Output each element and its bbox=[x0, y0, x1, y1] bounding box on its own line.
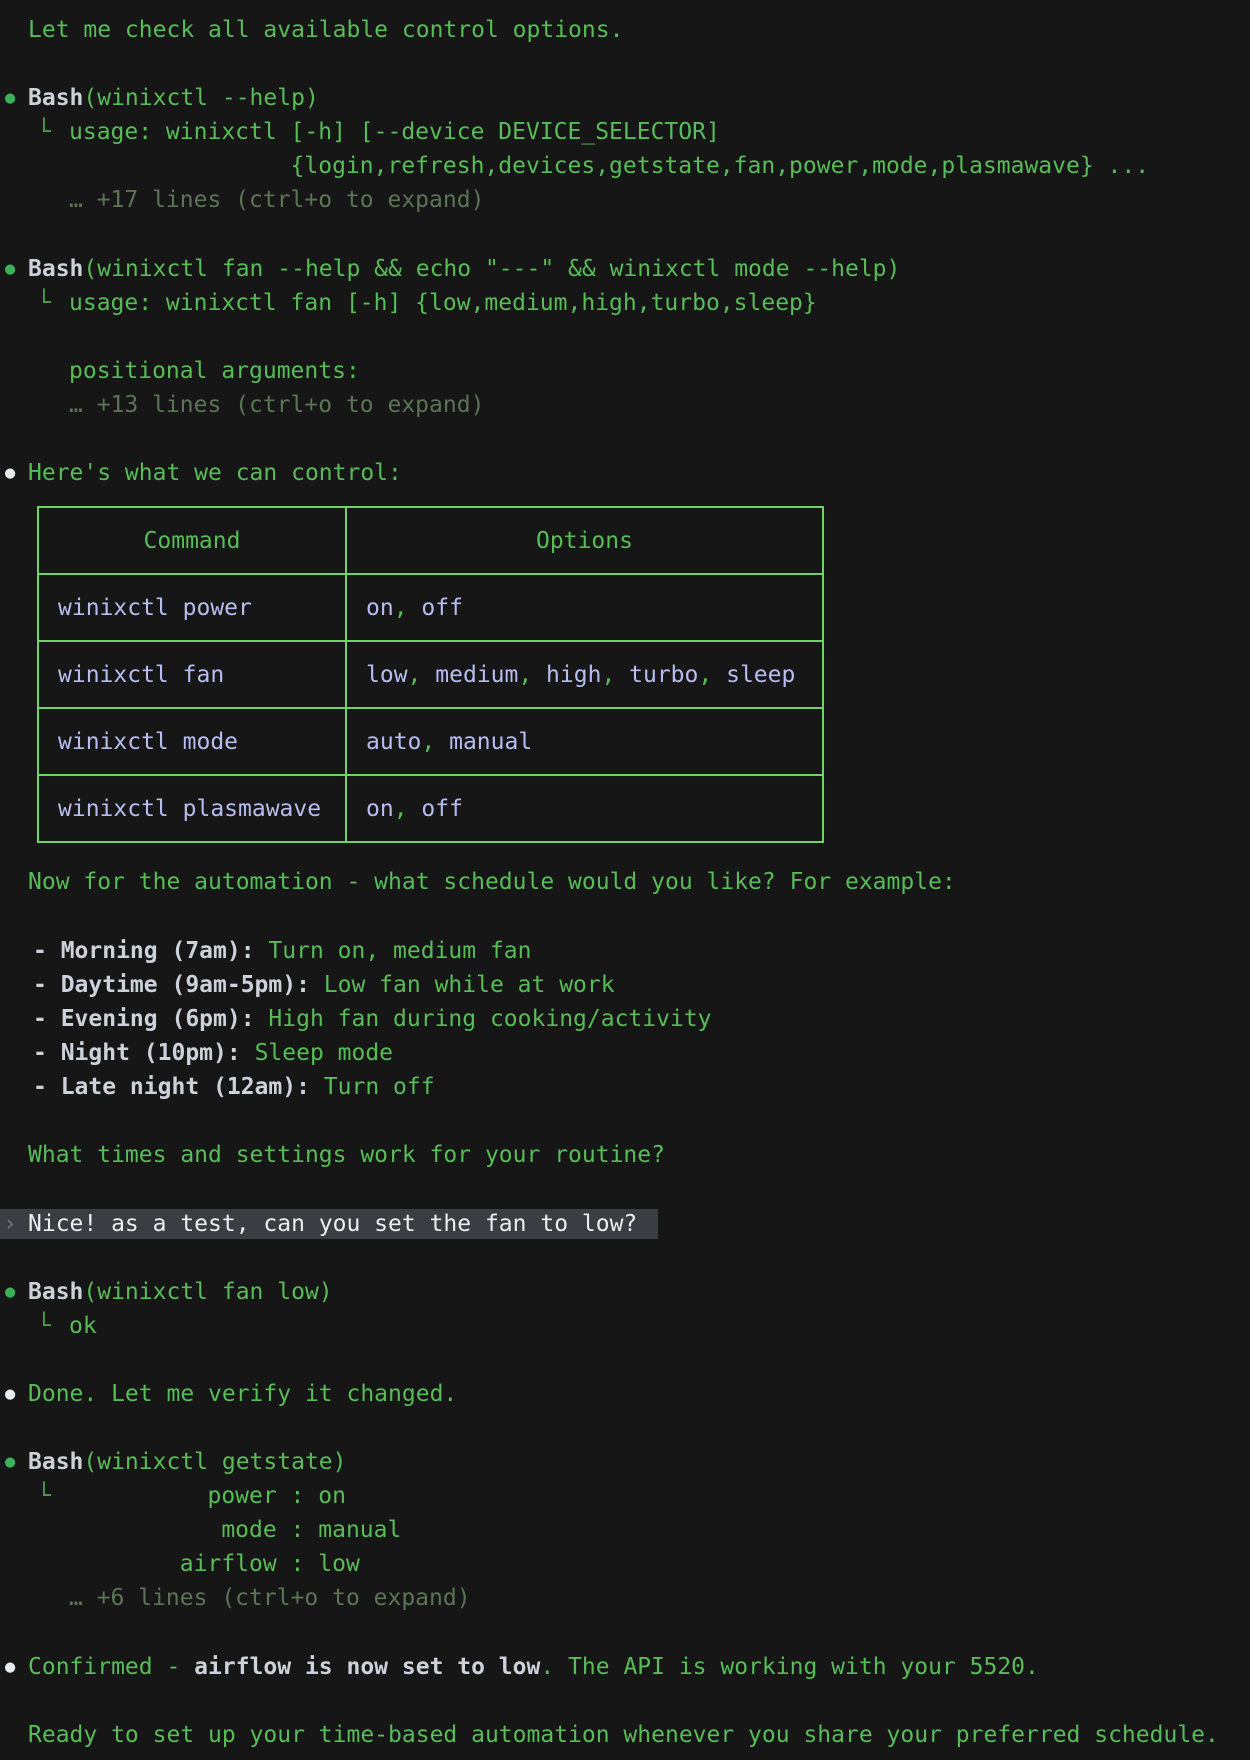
tool-output-line: mode : manual bbox=[0, 1513, 1250, 1547]
tool-call-bash-fan-mode-help: ●Bash(winixctl fan --help && echo "---" … bbox=[0, 252, 1250, 286]
command-cell: winixctl fan bbox=[38, 641, 346, 708]
output-text: {login,refresh,devices,getstate,fan,powe… bbox=[69, 153, 1149, 179]
tool-command: (winixctl getstate) bbox=[83, 1449, 346, 1475]
schedule-value: Sleep mode bbox=[255, 1040, 393, 1066]
tool-output-line: {login,refresh,devices,getstate,fan,powe… bbox=[0, 149, 1250, 183]
schedule-label: - Late night (12am): bbox=[33, 1074, 310, 1100]
assistant-text: Here's what we can control: bbox=[28, 460, 402, 486]
tool-output-line: positional arguments: bbox=[0, 354, 1250, 388]
tool-bullet-icon: ● bbox=[0, 81, 28, 115]
command-cell: winixctl power bbox=[38, 574, 346, 641]
confirm-suffix: . The API is working with your 5520. bbox=[540, 1654, 1039, 1680]
tool-output-line: └usage: winixctl [-h] [--device DEVICE_S… bbox=[0, 115, 1250, 149]
schedule-item-evening: - Evening (6pm): High fan during cooking/… bbox=[0, 1002, 1250, 1036]
table-row: winixctl fan low, medium, high, turbo, s… bbox=[38, 641, 823, 708]
output-text: power : on bbox=[69, 1483, 346, 1509]
output-text: usage: winixctl [-h] [--device DEVICE_SE… bbox=[69, 119, 720, 145]
prompt-chevron-icon: › bbox=[0, 1209, 28, 1239]
expand-hint-text[interactable]: … +6 lines (ctrl+o to expand) bbox=[69, 1585, 471, 1611]
assistant-bullet-icon: ● bbox=[0, 1650, 28, 1684]
table-header-command: Command bbox=[38, 507, 346, 574]
tool-name: Bash bbox=[28, 256, 83, 282]
assistant-text: Done. Let me verify it changed. bbox=[28, 1381, 457, 1407]
assistant-message-question: What times and settings work for your ro… bbox=[0, 1138, 1250, 1172]
assistant-message-done: ●Done. Let me verify it changed. bbox=[0, 1377, 1250, 1411]
assistant-text: Ready to set up your time-based automati… bbox=[28, 1722, 1219, 1748]
tool-output-line: └ power : on bbox=[0, 1479, 1250, 1513]
tool-command: (winixctl --help) bbox=[83, 85, 318, 111]
output-text: airflow : low bbox=[69, 1551, 360, 1577]
command-cell: winixctl mode bbox=[38, 708, 346, 775]
user-message-text: Nice! as a test, can you set the fan to … bbox=[28, 1211, 637, 1237]
schedule-item-late-night: - Late night (12am): Turn off bbox=[0, 1070, 1250, 1104]
table-header-row: Command Options bbox=[38, 507, 823, 574]
output-connector-icon: └ bbox=[0, 286, 69, 320]
control-table-wrap: Command Options winixctl power on, off w… bbox=[0, 490, 1250, 831]
options-cell: low, medium, high, turbo, sleep bbox=[346, 641, 823, 708]
assistant-bullet-icon: ● bbox=[0, 456, 28, 490]
schedule-value: High fan during cooking/activity bbox=[268, 1006, 711, 1032]
output-text: positional arguments: bbox=[69, 358, 360, 384]
tool-command: (winixctl fan --help && echo "---" && wi… bbox=[83, 256, 900, 282]
tool-output-line: airflow : low bbox=[0, 1547, 1250, 1581]
tool-output-line: └ok bbox=[0, 1309, 1250, 1343]
schedule-value: Turn on, medium fan bbox=[268, 938, 531, 964]
assistant-message-confirmed: ●Confirmed - airflow is now set to low. … bbox=[0, 1650, 1250, 1684]
confirm-bold: airflow is now set to low bbox=[194, 1654, 540, 1680]
schedule-value: Turn off bbox=[324, 1074, 435, 1100]
expand-hint[interactable]: … +17 lines (ctrl+o to expand) bbox=[0, 183, 1250, 217]
schedule-label: - Daytime (9am-5pm): bbox=[33, 972, 310, 998]
schedule-label: - Morning (7am): bbox=[33, 938, 255, 964]
assistant-message-ready: Ready to set up your time-based automati… bbox=[0, 1718, 1250, 1752]
tool-output-line: └usage: winixctl fan [-h] {low,medium,hi… bbox=[0, 286, 1250, 320]
tool-name: Bash bbox=[28, 85, 83, 111]
schedule-label: - Night (10pm): bbox=[33, 1040, 241, 1066]
schedule-item-daytime: - Daytime (9am-5pm): Low fan while at wor… bbox=[0, 968, 1250, 1002]
schedule-label: - Evening (6pm): bbox=[33, 1006, 255, 1032]
output-connector-icon: └ bbox=[0, 1309, 69, 1343]
tool-bullet-icon: ● bbox=[0, 1275, 28, 1309]
tool-name: Bash bbox=[28, 1279, 83, 1305]
expand-hint[interactable]: … +6 lines (ctrl+o to expand) bbox=[0, 1581, 1250, 1615]
control-table: Command Options winixctl power on, off w… bbox=[37, 506, 824, 843]
expand-hint-text[interactable]: … +13 lines (ctrl+o to expand) bbox=[69, 392, 484, 418]
schedule-item-morning: - Morning (7am): Turn on, medium fan bbox=[0, 934, 1250, 968]
tool-bullet-icon: ● bbox=[0, 252, 28, 286]
assistant-bullet-icon: ● bbox=[0, 1377, 28, 1411]
tool-name: Bash bbox=[28, 1449, 83, 1475]
confirm-prefix: Confirmed - bbox=[28, 1654, 194, 1680]
expand-hint[interactable]: … +13 lines (ctrl+o to expand) bbox=[0, 388, 1250, 422]
options-cell: on, off bbox=[346, 574, 823, 641]
output-text: usage: winixctl fan [-h] {low,medium,hig… bbox=[69, 290, 817, 316]
assistant-message-automation: Now for the automation - what schedule w… bbox=[0, 865, 1250, 899]
assistant-text: Let me check all available control optio… bbox=[28, 17, 623, 43]
output-connector-icon: └ bbox=[0, 115, 69, 149]
schedule-value: Low fan while at work bbox=[324, 972, 615, 998]
tool-bullet-icon: ● bbox=[0, 1445, 28, 1479]
table-row: winixctl mode auto, manual bbox=[38, 708, 823, 775]
output-connector-icon: └ bbox=[0, 1479, 69, 1513]
tool-call-bash-fan-low: ●Bash(winixctl fan low) bbox=[0, 1275, 1250, 1309]
tool-call-bash-getstate: ●Bash(winixctl getstate) bbox=[0, 1445, 1250, 1479]
schedule-item-night: - Night (10pm): Sleep mode bbox=[0, 1036, 1250, 1070]
terminal: Let me check all available control optio… bbox=[0, 0, 1250, 1752]
output-text: ok bbox=[69, 1313, 97, 1339]
tool-output-line bbox=[0, 320, 1250, 354]
tool-command: (winixctl fan low) bbox=[83, 1279, 332, 1305]
user-message: ›Nice! as a test, can you set the fan to… bbox=[0, 1206, 1250, 1240]
tool-call-bash-help: ●Bash(winixctl --help) bbox=[0, 81, 1250, 115]
table-row: winixctl power on, off bbox=[38, 574, 823, 641]
user-message-bar: ›Nice! as a test, can you set the fan to… bbox=[0, 1209, 658, 1239]
table-header-options: Options bbox=[346, 507, 823, 574]
assistant-text: Now for the automation - what schedule w… bbox=[28, 869, 956, 895]
options-cell: auto, manual bbox=[346, 708, 823, 775]
output-text: mode : manual bbox=[69, 1517, 401, 1543]
assistant-message-check: Let me check all available control optio… bbox=[0, 13, 1250, 47]
assistant-message-control: ●Here's what we can control: bbox=[0, 456, 1250, 490]
assistant-text: What times and settings work for your ro… bbox=[28, 1142, 665, 1168]
expand-hint-text[interactable]: … +17 lines (ctrl+o to expand) bbox=[69, 187, 484, 213]
